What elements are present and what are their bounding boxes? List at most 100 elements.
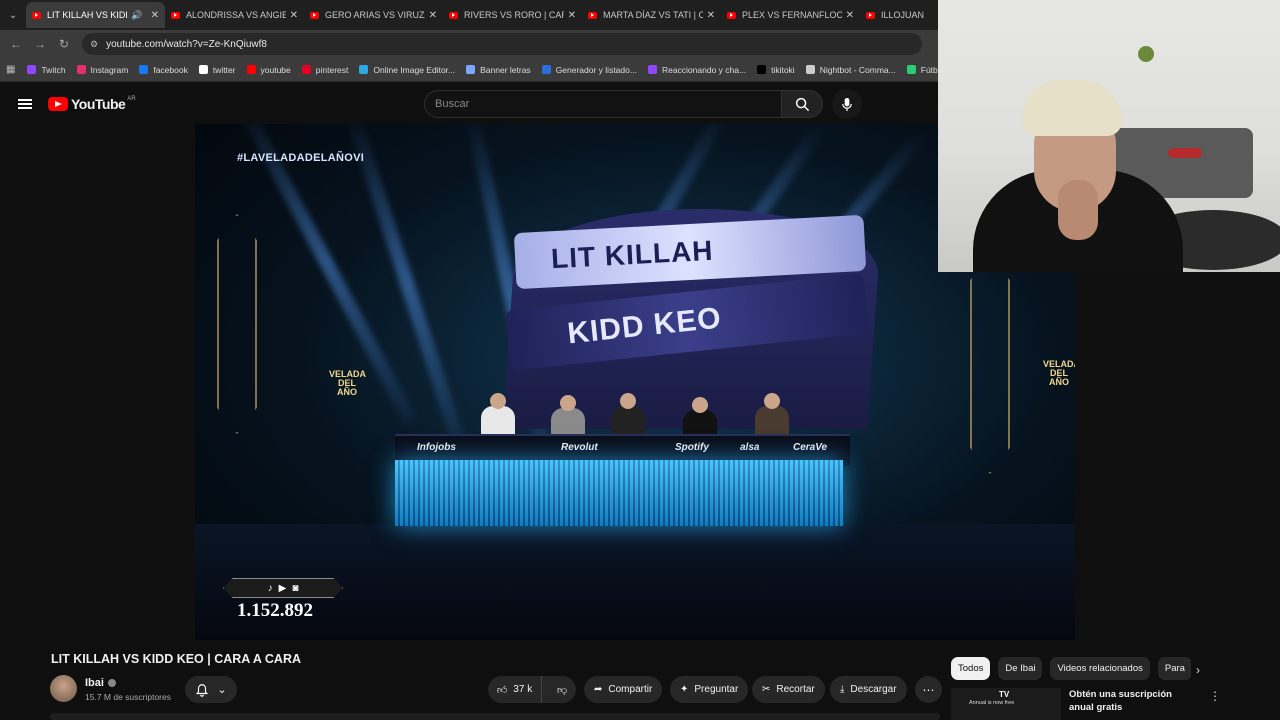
search-icon [795, 97, 809, 111]
chip-related[interactable]: Videos relacionados [1050, 657, 1150, 680]
bookmark-item[interactable]: Twitch [27, 65, 66, 75]
subscriber-count: 15.7 M de suscriptores [85, 692, 171, 702]
chip-for-you[interactable]: Para [1157, 657, 1191, 680]
share-button[interactable]: ➦ Compartir [584, 676, 663, 703]
bookmark-favicon-icon [647, 65, 657, 74]
ad-thumbnail[interactable]: TV Annual is now free [951, 688, 1061, 720]
tab-search-button[interactable]: ⌄ [0, 0, 26, 30]
ad-title[interactable]: Obtén una suscripción anual gratis [1069, 688, 1199, 714]
more-vertical-icon[interactable]: ⋮ [1209, 689, 1221, 703]
ask-button[interactable]: ✦ Preguntar [670, 676, 749, 703]
bookmark-item[interactable]: tikitoki [757, 65, 795, 75]
tab-title: LIT KILLAH VS KIDD K [47, 10, 127, 20]
chip-from-channel[interactable]: De Ibai [998, 657, 1043, 680]
dislike-button[interactable]: 👎︎ [548, 684, 576, 696]
bookmark-favicon-icon [246, 65, 256, 74]
sponsor-logo: Revolut [561, 442, 598, 453]
wall-decoration [1138, 46, 1154, 62]
bookmark-label: Generador y listado... [555, 64, 637, 75]
bookmark-item[interactable]: facebook [139, 65, 188, 75]
tab-marta-diaz[interactable]: MARTA DÍAZ VS TATI | CA ✕ [582, 2, 721, 28]
youtube-favicon-icon [449, 11, 458, 19]
bookmark-label: Reaccionando y cha... [661, 64, 747, 75]
tab-illojuan[interactable]: ILLOJUAN VS TH [860, 2, 932, 28]
bookmark-label: Banner letras [480, 64, 531, 75]
more-horizontal-icon: ⋯ [922, 682, 935, 697]
search-input[interactable]: Buscar [424, 90, 782, 118]
apps-grid-icon[interactable]: ▦ [6, 64, 15, 75]
close-tab-icon[interactable]: ✕ [290, 10, 298, 21]
chevron-right-icon[interactable]: › [1196, 663, 1200, 677]
sponsor-logo: Spotify [675, 442, 709, 453]
close-tab-icon[interactable]: ✕ [151, 10, 159, 21]
bookmark-item[interactable]: pinterest [301, 65, 348, 75]
clip-label: Recortar [776, 684, 815, 695]
chevron-down-icon: ⌄ [217, 684, 227, 696]
bookmark-item[interactable]: Generador y listado... [541, 64, 637, 75]
bookmark-favicon-icon [27, 65, 37, 74]
bookmark-favicon-icon [906, 65, 916, 74]
voice-search-button[interactable] [832, 89, 862, 119]
search-button[interactable] [781, 90, 823, 118]
browser-toolbar: ← → ↻ ⚙ youtube.com/watch?v=Ze-KnQiuwf8 [0, 30, 940, 58]
youtube-favicon-icon [32, 11, 41, 19]
like-count: 37 k [513, 684, 533, 695]
bookmark-item[interactable]: youtube [246, 65, 291, 75]
speaker-icon[interactable]: 🔊 [131, 10, 142, 21]
velada-logo-right: VELADA DEL AÑO [1043, 359, 1075, 387]
tab-gero-arias[interactable]: GERO ARIAS VS VIRUZZ | ✕ [304, 2, 443, 28]
stage-decoration [970, 254, 1010, 474]
download-icon: ⤓ [840, 684, 845, 695]
tab-title: ALONDRISSA VS ANGIE V [186, 10, 286, 20]
address-bar[interactable]: ⚙ youtube.com/watch?v=Ze-KnQiuwf8 [82, 33, 922, 55]
chip-all[interactable]: Todos [951, 657, 991, 680]
tab-lit-killah[interactable]: LIT KILLAH VS KIDD K 🔊 ✕ [26, 2, 165, 28]
like-button[interactable]: 👍︎ 37 k [488, 676, 543, 703]
bookmark-label: Instagram [90, 64, 129, 75]
sparkle-icon: ✦ [680, 684, 689, 695]
velada-logo-left: VELADA DEL AÑO [329, 369, 367, 397]
tab-plex[interactable]: PLEX VS FERNANFLOO | C ✕ [721, 2, 860, 28]
more-actions-button[interactable]: ⋯ [915, 676, 942, 703]
subscribed-notifications-button[interactable]: ⌄ [185, 676, 237, 703]
verified-badge-icon [107, 679, 116, 688]
bookmark-favicon-icon [805, 65, 815, 74]
youtube-icon: ▶ [278, 582, 287, 594]
share-icon: ➦ [594, 684, 603, 695]
close-tab-icon[interactable]: ✕ [429, 10, 437, 21]
bookmark-item[interactable]: Reaccionando y cha... [647, 64, 747, 75]
back-arrow-icon[interactable]: ← [4, 37, 28, 51]
site-info-icon[interactable]: ⚙ [90, 39, 98, 50]
background-pillow [1168, 148, 1202, 158]
clip-button[interactable]: ✂ Recortar [752, 676, 825, 703]
channel-name[interactable]: Ibai [85, 677, 116, 689]
forward-arrow-icon[interactable]: → [28, 37, 52, 51]
tab-alondrissa[interactable]: ALONDRISSA VS ANGIE V ✕ [165, 2, 304, 28]
close-tab-icon[interactable]: ✕ [568, 10, 576, 21]
download-button[interactable]: ⤓ Descargar [830, 676, 907, 703]
sponsor-logo: alsa [740, 442, 760, 453]
menu-icon[interactable] [18, 99, 32, 109]
youtube-header: YouTube AR Buscar [0, 84, 940, 124]
bookmark-favicon-icon [76, 65, 86, 74]
tiktok-icon: ♪ [267, 582, 273, 594]
platform-icons: ♪ ▶ ◙ [223, 578, 343, 598]
tab-rivers[interactable]: RIVERS VS RORO | CARA ✕ [443, 2, 582, 28]
bookmark-item[interactable]: Online Image Editor... [359, 65, 455, 75]
bookmark-item[interactable]: twitter [198, 65, 236, 75]
bookmark-item[interactable]: Banner letras [466, 65, 531, 75]
bookmark-list: Twitch Instagram facebook twitter youtube pin… [27, 65, 962, 75]
bookmark-item[interactable]: Nightbot - Comma... [805, 65, 896, 75]
bookmark-item[interactable]: Instagram [76, 64, 129, 75]
channel-name-text: Ibai [85, 677, 104, 689]
viewer-counter: ♪ ▶ ◙ 1.152.892 [223, 578, 353, 622]
description-box[interactable] [50, 713, 940, 720]
close-tab-icon[interactable]: ✕ [846, 10, 854, 21]
youtube-favicon-icon [866, 11, 875, 19]
channel-avatar[interactable] [50, 675, 77, 702]
youtube-logo[interactable]: YouTube AR [48, 96, 136, 112]
secondary-column-blank [1075, 272, 1280, 640]
download-label: Descargar [850, 684, 897, 695]
reload-icon[interactable]: ↻ [52, 37, 76, 51]
close-tab-icon[interactable]: ✕ [707, 10, 715, 21]
